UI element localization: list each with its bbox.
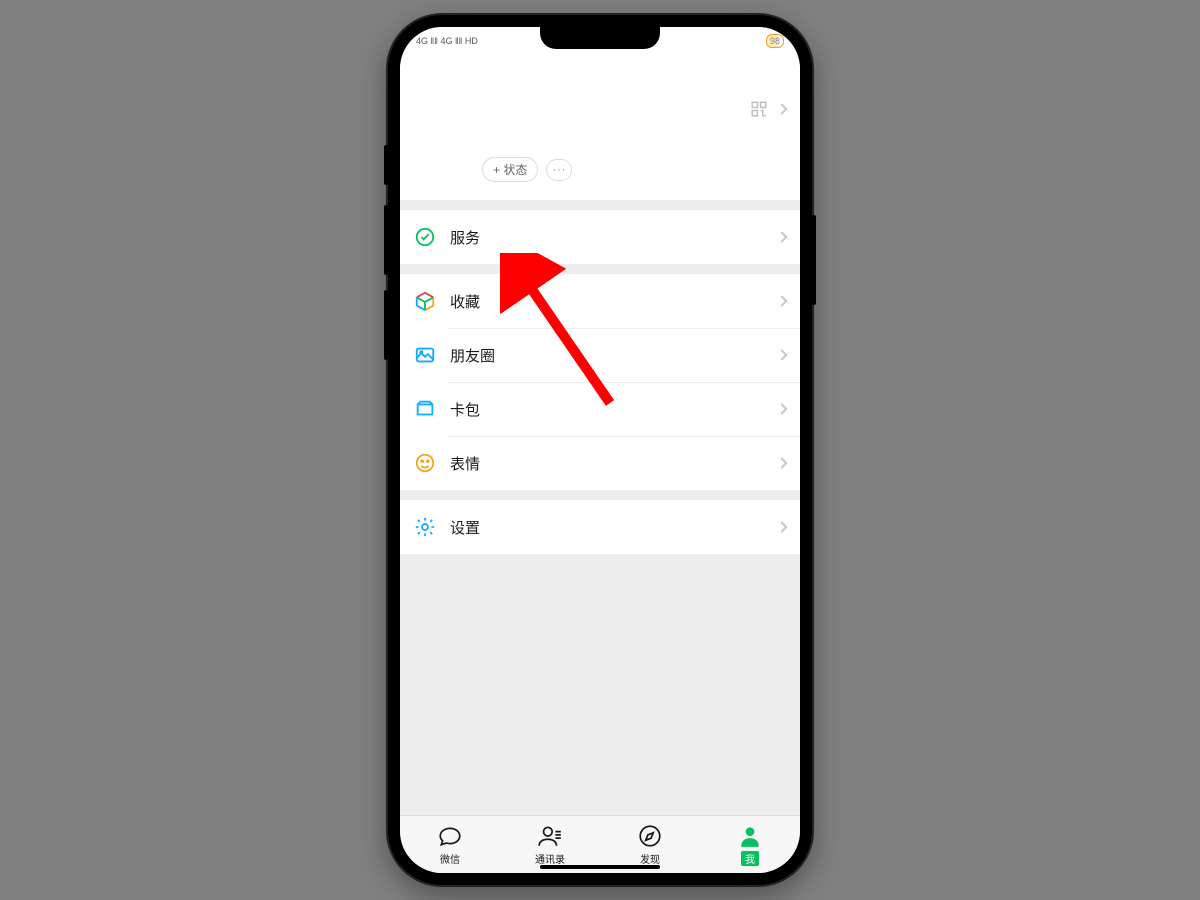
favorites-icon [414,290,436,312]
moments-icon [414,344,436,366]
status-more-button[interactable]: ··· [546,159,572,181]
menu-item-services[interactable]: 服务 [400,210,800,264]
menu-item-stickers[interactable]: 表情 [400,436,800,490]
menu-label: 卡包 [450,399,778,420]
menu-item-cards[interactable]: 卡包 [400,382,800,436]
tab-label: 我 [741,851,759,866]
status-button-row: + 状态 ··· [482,157,786,182]
chevron-right-icon [776,457,787,468]
tab-chats[interactable]: 微信 [400,816,500,873]
menu-item-moments[interactable]: 朋友圈 [400,328,800,382]
home-indicator [540,865,660,869]
phone-frame: 4G ‖‖ 4G ‖‖ HD 10:26 98 + 状态 [388,15,812,885]
section-gap [400,200,800,210]
status-signal: 4G ‖‖ 4G ‖‖ HD [416,36,478,46]
chevron-right-icon [776,103,787,114]
chat-icon [437,823,463,849]
phone-volume-up [384,205,388,275]
menu-label: 设置 [450,517,778,538]
menu-item-settings[interactable]: 设置 [400,500,800,554]
me-icon [737,823,763,849]
settings-icon [414,516,436,538]
profile-header: + 状态 ··· [400,53,800,200]
tab-label: 发现 [640,851,660,866]
section-gap [400,264,800,274]
menu-item-favorites[interactable]: 收藏 [400,274,800,328]
screen: 4G ‖‖ 4G ‖‖ HD 10:26 98 + 状态 [400,27,800,873]
add-status-button[interactable]: + 状态 [482,157,538,182]
section-gap [400,490,800,500]
discover-icon [637,823,663,849]
tab-me[interactable]: 我 [700,816,800,873]
services-icon [414,226,436,248]
contacts-icon [537,823,563,849]
status-battery: 98 [766,34,784,48]
tab-label: 通讯录 [535,851,565,866]
chevron-right-icon [776,295,787,306]
qr-code-icon[interactable] [750,100,768,118]
menu-label: 朋友圈 [450,345,778,366]
phone-notch [540,27,660,49]
cards-icon [414,398,436,420]
phone-volume-down [384,290,388,360]
phone-side-button [384,145,388,185]
chevron-right-icon [776,231,787,242]
phone-power-button [812,215,816,305]
menu-label: 服务 [450,227,778,248]
chevron-right-icon [776,403,787,414]
chevron-right-icon [776,349,787,360]
battery-icon: 98 [766,34,784,48]
tab-label: 微信 [440,851,460,866]
menu-label: 表情 [450,453,778,474]
chevron-right-icon [776,521,787,532]
profile-row[interactable] [414,61,786,157]
menu-label: 收藏 [450,291,778,312]
stickers-icon [414,452,436,474]
